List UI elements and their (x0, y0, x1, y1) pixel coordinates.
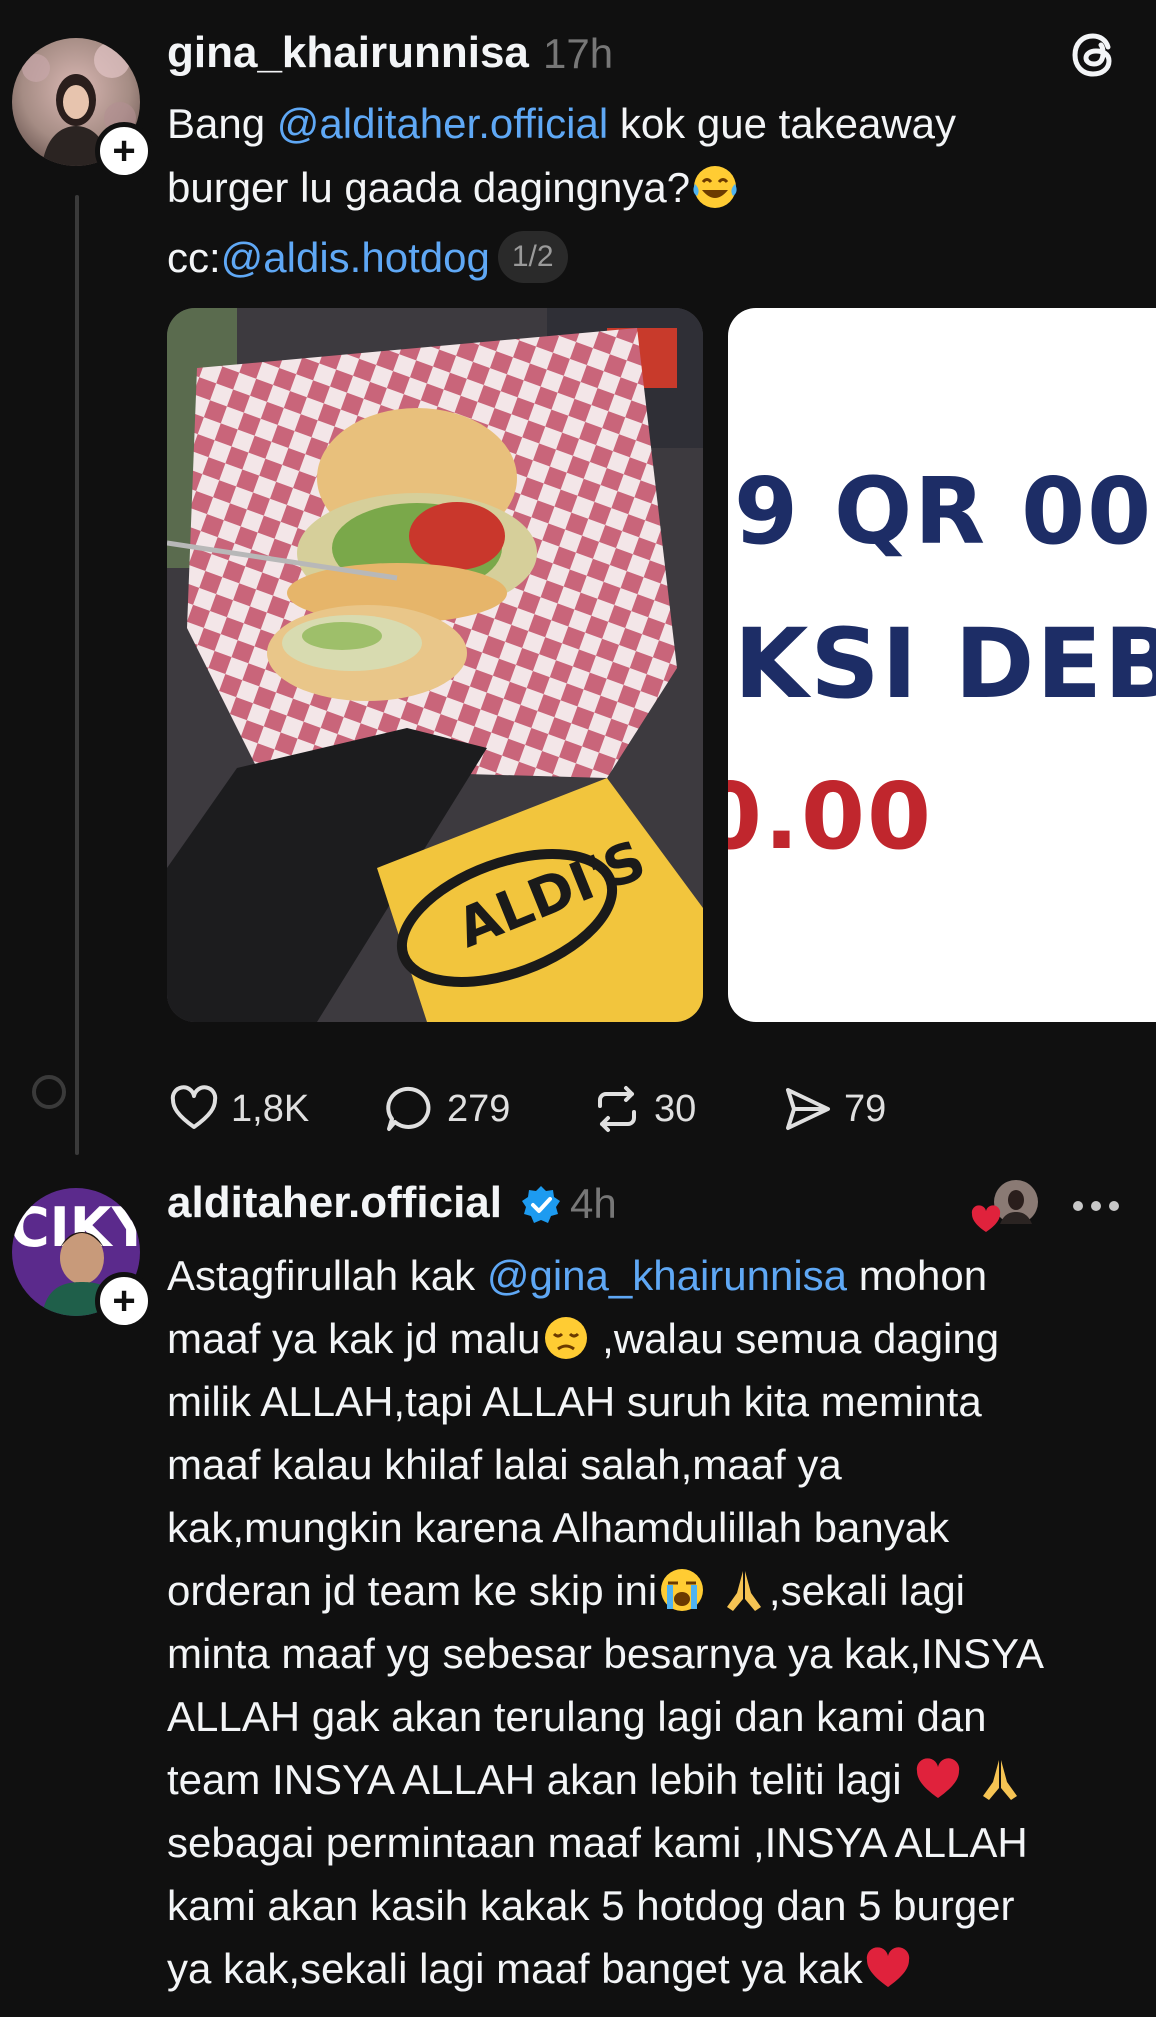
reply-username[interactable]: alditaher.official (167, 1178, 502, 1228)
post-text-segment: cc: (167, 234, 221, 281)
repost-count: 30 (654, 1087, 697, 1130)
plus-icon: + (112, 129, 136, 173)
plus-icon: + (112, 1279, 136, 1323)
mention-link[interactable]: @alditaher.official (277, 100, 608, 147)
reply-text-line: maaf kalau khilaf lalai salah,maaf ya (167, 1441, 842, 1488)
reply-timestamp: 4h (570, 1180, 617, 1227)
page-indicator: 1/2 (497, 230, 568, 283)
post-image-receipt[interactable]: 9 QR 00 KSI DEB 0.00 (728, 308, 1156, 1022)
heart-icon (170, 1085, 218, 1129)
reply-count: 279 (447, 1087, 511, 1130)
praying-hands-emoji-icon (982, 1759, 1017, 1800)
tears-of-joy-emoji-icon (693, 165, 737, 208)
reply-text-line: minta maaf yg sebesar besarnya ya kak,IN… (167, 1630, 1044, 1677)
like-count: 1,8K (231, 1087, 310, 1130)
post-timestamp: 17h (543, 30, 614, 77)
post-text-segment: Bang (167, 100, 277, 147)
reply-text-segment: ,walau semua daging (590, 1315, 1000, 1362)
praying-hands-emoji-icon (726, 1570, 761, 1611)
like-button[interactable]: 1,8K (167, 1082, 309, 1136)
verified-icon (522, 1186, 560, 1223)
disappointed-emoji-icon (544, 1316, 587, 1359)
red-heart-emoji-icon (917, 1758, 960, 1798)
repost-icon (598, 1086, 636, 1132)
post-text-line-2: burger lu gaada dagingnya? (167, 156, 740, 219)
comment-icon (386, 1086, 431, 1131)
reply-text-line: ya kak,sekali lagi maaf banget ya kak (167, 1937, 913, 2000)
reply-text-line: sebagai permintaan maaf kami ,INSYA ALLA… (167, 1819, 1028, 1866)
post-username[interactable]: gina_khairunnisa (167, 28, 529, 78)
reply-text-segment: mohon (847, 1252, 988, 1299)
reply-button[interactable]: 279 (383, 1082, 510, 1136)
threads-logo-icon[interactable] (1064, 25, 1124, 85)
reply-text-line: team INSYA ALLAH akan lebih teliti lagi (167, 1748, 1025, 1811)
reply-text-segment: Astagfirullah kak (167, 1252, 487, 1299)
share-count: 79 (844, 1087, 887, 1130)
follow-plus-button[interactable]: + (95, 122, 153, 180)
receipt-text: 0.00 (728, 763, 933, 870)
liked-by-avatar-icon[interactable] (970, 1178, 1042, 1234)
receipt-text: 9 QR 00 (734, 458, 1154, 565)
reply-text-segment: orderan jd team ke skip ini (167, 1567, 658, 1614)
post-text-line-3: cc:@aldis.hotdog 1/2 (167, 226, 568, 289)
reply-text-line: kami akan kasih kakak 5 hotdog dan 5 bur… (167, 1882, 1015, 1929)
reply-text-line: ALLAH gak akan terulang lagi dan kami da… (167, 1693, 987, 1740)
share-icon (786, 1088, 830, 1130)
reply-text-line: maaf ya kak jd malu ,walau semua daging (167, 1307, 999, 1370)
thread-line (75, 195, 79, 1155)
post-image-burger[interactable]: ALDI'S (167, 308, 703, 1022)
reply-text-line: Astagfirullah kak @gina_khairunnisa moho… (167, 1244, 987, 1307)
mention-link[interactable]: @aldis.hotdog (221, 234, 490, 281)
reply-text-segment: maaf ya kak jd malu (167, 1315, 541, 1362)
share-button[interactable]: 79 (780, 1082, 886, 1136)
mention-link[interactable]: @gina_khairunnisa (487, 1252, 847, 1299)
reply-text-segment: ya kak,sekali lagi maaf banget ya kak (167, 1945, 863, 1992)
red-heart-emoji-icon (866, 1947, 909, 1987)
post-text-segment: kok gue takeaway (608, 100, 957, 147)
thread-loop-icon (32, 1075, 66, 1109)
reply-text-segment: team INSYA ALLAH akan lebih teliti lagi (167, 1756, 914, 1803)
post-text-line-1: Bang @alditaher.official kok gue takeawa… (167, 92, 956, 155)
receipt-text: KSI DEB (734, 608, 1156, 720)
reply-text-segment: ,sekali lagi (768, 1567, 966, 1614)
reply-text-line: orderan jd team ke skip ini ,sekali lagi (167, 1559, 965, 1622)
repost-button[interactable]: 30 (590, 1082, 696, 1136)
reply-text-line: kak,mungkin karena Alhamdulillah banyak (167, 1504, 950, 1551)
crying-emoji-icon (661, 1568, 704, 1611)
reply-text-line: milik ALLAH,tapi ALLAH suruh kita memint… (167, 1378, 982, 1425)
follow-plus-button[interactable]: + (95, 1272, 153, 1330)
more-icon[interactable] (1070, 1186, 1122, 1226)
post-text-segment: burger lu gaada dagingnya? (167, 164, 691, 211)
